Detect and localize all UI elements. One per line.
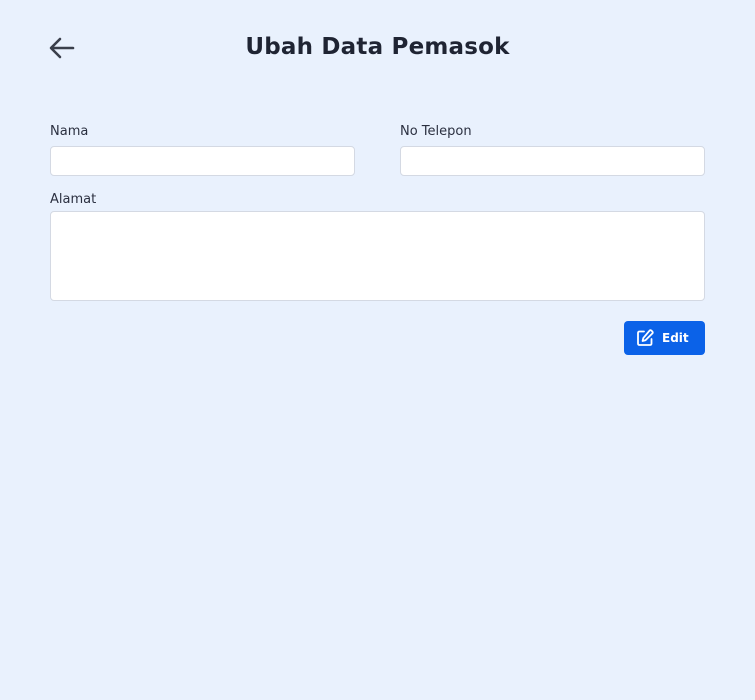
- edit-icon: [636, 329, 654, 347]
- nama-input[interactable]: [50, 146, 355, 176]
- alamat-label: Alamat: [50, 192, 97, 207]
- telepon-label: No Telepon: [400, 124, 472, 139]
- edit-button-label: Edit: [662, 331, 689, 345]
- telepon-input[interactable]: [400, 146, 705, 176]
- page-title: Ubah Data Pemasok: [245, 34, 510, 60]
- nama-label: Nama: [50, 124, 89, 139]
- edit-button[interactable]: Edit: [624, 321, 705, 355]
- alamat-textarea[interactable]: [50, 211, 705, 301]
